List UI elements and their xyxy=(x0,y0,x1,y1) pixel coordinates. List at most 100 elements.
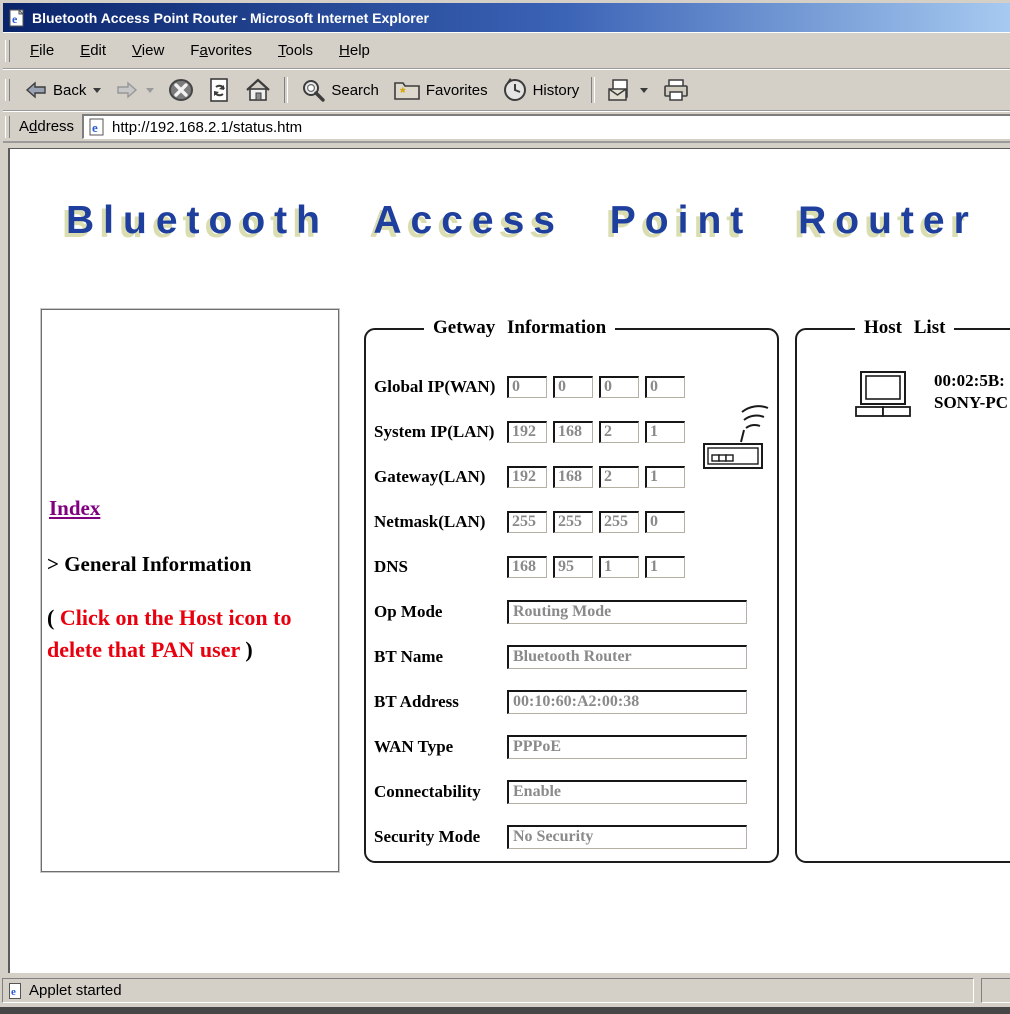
status-message-panel: e Applet started xyxy=(2,978,974,1003)
op-mode-field xyxy=(507,599,747,624)
svg-text:*: * xyxy=(400,84,406,100)
host-info: 00:02:5B: SONY-PC xyxy=(934,370,1008,414)
host-panel-legend: Host List xyxy=(855,317,955,339)
forward-dropdown-icon xyxy=(146,87,155,93)
address-url: http://192.168.2.1/status.htm xyxy=(112,118,303,136)
bt-address-field xyxy=(507,689,747,714)
favorites-icon: * xyxy=(394,82,420,100)
bt-name-field xyxy=(507,644,747,669)
index-link[interactable]: Index xyxy=(49,496,100,521)
row-netmask-lan: Netmask(LAN) xyxy=(374,499,777,544)
ie-document-icon: e xyxy=(9,8,25,26)
toolbar: Back Search * Favorites History xyxy=(3,69,1010,111)
mail-dropdown-icon xyxy=(640,87,649,93)
sidebar: Index > General Information ( Click on t… xyxy=(40,308,340,873)
menu-bar: File Edit View Favorites Tools Help xyxy=(3,32,1010,69)
host-name: SONY-PC xyxy=(934,393,1008,412)
favorites-button[interactable]: * Favorites xyxy=(386,75,495,105)
back-dropdown-icon xyxy=(93,87,102,93)
back-button[interactable]: Back xyxy=(17,77,108,103)
wan-type-field xyxy=(507,734,747,759)
page-content: Bluetooth Access Point Router Index > Ge… xyxy=(8,148,1010,974)
netmask-octet-1 xyxy=(507,510,547,533)
connectability-field xyxy=(507,779,747,804)
browser-window: e Bluetooth Access Point Router - Micros… xyxy=(0,0,1010,1014)
global-ip-octet-2 xyxy=(553,375,593,398)
system-ip-octet-1 xyxy=(507,420,547,443)
gateway-octet-1 xyxy=(507,465,547,488)
forward-arrow-icon xyxy=(117,81,138,99)
applet-status-icon: e xyxy=(9,982,21,999)
netmask-octet-2 xyxy=(553,510,593,533)
gateway-octet-3 xyxy=(599,465,639,488)
system-ip-octet-4 xyxy=(645,420,685,443)
host-bd-address: 00:02:5B: xyxy=(934,371,1005,390)
gateway-octet-2 xyxy=(553,465,593,488)
menu-favorites[interactable]: Favorites xyxy=(177,38,265,63)
forward-button[interactable] xyxy=(108,77,161,103)
address-bar-grip[interactable] xyxy=(5,115,10,138)
address-bar: Address e http://192.168.2.1/status.htm xyxy=(3,111,1010,142)
host-list-panel: Host List 00:02:5B: SONY-PC xyxy=(795,317,1010,863)
gateway-panel-legend: Getway Information xyxy=(424,317,616,339)
favorites-label: Favorites xyxy=(425,81,488,99)
gateway-information-panel: Getway Information Global IP(WAN) System… xyxy=(364,317,779,863)
back-arrow-icon xyxy=(25,81,46,99)
global-ip-octet-3 xyxy=(599,375,639,398)
svg-text:e: e xyxy=(11,986,16,998)
host-entry: 00:02:5B: SONY-PC xyxy=(854,370,1008,418)
menu-view[interactable]: View xyxy=(119,38,177,63)
window-bottom-edge xyxy=(0,1007,1010,1014)
address-label: Address xyxy=(19,118,75,135)
history-icon xyxy=(503,78,526,101)
home-button[interactable] xyxy=(237,74,279,106)
print-button[interactable] xyxy=(655,75,697,105)
row-security-mode: Security Mode xyxy=(374,814,777,859)
status-side-panel xyxy=(981,978,1010,1003)
host-delete-note: ( Click on the Host icon to delete that … xyxy=(47,605,292,662)
svg-text:e: e xyxy=(12,12,18,26)
row-wan-type: WAN Type xyxy=(374,724,777,769)
dns-octet-1 xyxy=(507,555,547,578)
menu-bar-grip[interactable] xyxy=(5,39,10,62)
svg-text:e: e xyxy=(92,120,98,135)
search-label: Search xyxy=(331,81,379,99)
address-input[interactable]: e http://192.168.2.1/status.htm xyxy=(82,114,1010,139)
refresh-button[interactable] xyxy=(201,74,237,106)
global-ip-octet-4 xyxy=(645,375,685,398)
stop-button[interactable] xyxy=(161,74,201,106)
toolbar-separator-2 xyxy=(591,77,596,103)
system-ip-octet-2 xyxy=(553,420,593,443)
home-icon xyxy=(246,78,271,101)
netmask-octet-3 xyxy=(599,510,639,533)
back-label: Back xyxy=(53,81,87,99)
row-bt-address: BT Address xyxy=(374,679,777,724)
search-button[interactable]: Search xyxy=(293,74,386,106)
menu-edit[interactable]: Edit xyxy=(67,38,119,63)
menu-tools[interactable]: Tools xyxy=(265,38,326,63)
history-label: History xyxy=(532,81,580,99)
system-ip-octet-3 xyxy=(599,420,639,443)
history-button[interactable]: History xyxy=(495,74,587,106)
host-computer-icon[interactable] xyxy=(854,370,912,418)
toolbar-separator xyxy=(284,77,289,103)
print-icon xyxy=(664,79,689,101)
window-title: Bluetooth Access Point Router - Microsof… xyxy=(32,9,429,26)
gateway-octet-4 xyxy=(645,465,685,488)
menu-file[interactable]: File xyxy=(17,38,67,63)
ie-page-icon: e xyxy=(89,118,104,136)
nav-general-information[interactable]: > General Information xyxy=(47,552,251,577)
status-text: Applet started xyxy=(29,982,122,999)
menu-help[interactable]: Help xyxy=(326,38,383,63)
global-ip-octet-1 xyxy=(507,375,547,398)
mail-button[interactable] xyxy=(600,75,655,105)
row-dns: DNS xyxy=(374,544,777,589)
toolbar-grip[interactable] xyxy=(5,79,10,101)
page-title: Bluetooth Access Point Router xyxy=(66,199,978,242)
refresh-icon xyxy=(210,78,229,102)
mail-icon xyxy=(608,79,628,101)
row-bt-name: BT Name xyxy=(374,634,777,679)
search-icon xyxy=(303,80,326,102)
status-bar: e Applet started xyxy=(0,973,1010,1007)
title-bar[interactable]: e Bluetooth Access Point Router - Micros… xyxy=(3,3,1010,32)
